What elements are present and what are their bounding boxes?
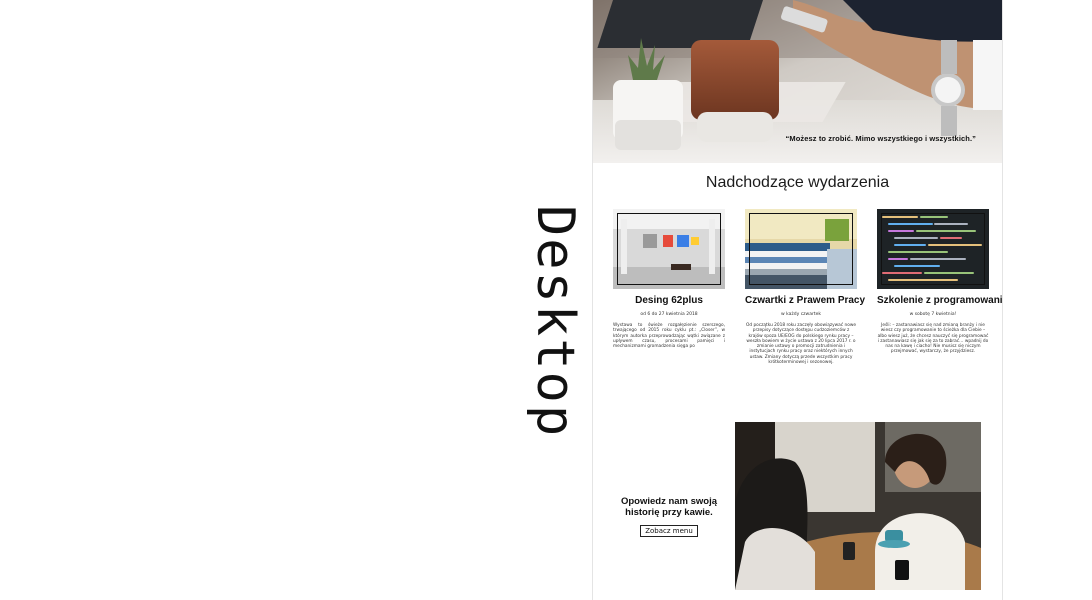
menu-button[interactable]: Zobacz menu xyxy=(640,525,698,537)
event-description: Jeśli: – zastanawiasz się nad zmianą bra… xyxy=(877,323,989,355)
event-thumbnail-gallery xyxy=(613,209,725,289)
events-section-title: Nadchodzące wydarzenia xyxy=(705,174,890,191)
event-thumbnail-code xyxy=(877,209,989,289)
desktop-label-text: Desktop xyxy=(525,205,578,438)
promo-heading: Opowiedz nam swoją historię przy kawie. xyxy=(620,496,718,518)
event-card-design[interactable]: Desing 62plus od 6 do 27 kwietnia 2018 W… xyxy=(613,209,725,349)
hero-banner: “Możesz to zrobić. Mimo wszystkiego i ws… xyxy=(593,0,1002,163)
event-card-labour-law[interactable]: Czwartki z Prawem Pracy w każdy czwartek… xyxy=(745,209,865,366)
event-title[interactable]: Szkolenie z programowania xyxy=(877,295,1002,306)
coffee-promo: Opowiedz nam swoją historię przy kawie. … xyxy=(617,496,721,537)
coffee-conversation-photo xyxy=(735,422,981,590)
event-title[interactable]: Desing 62plus xyxy=(613,295,725,306)
event-date: w sobotę 7 kwietnia! xyxy=(909,312,957,317)
event-date: od 6 do 27 kwietnia 2018 xyxy=(640,312,698,317)
event-frequency: w każdy czwartek xyxy=(781,312,821,317)
desktop-vertical-label: Desktop xyxy=(498,175,585,475)
event-thumbnail-documents xyxy=(745,209,857,289)
event-title[interactable]: Czwartki z Prawem Pracy xyxy=(745,295,865,306)
event-description: Wystawa to świeże rozgałęzienie szerszeg… xyxy=(613,323,725,350)
hero-quote: “Możesz to zrobić. Mimo wszystkiego i ws… xyxy=(785,134,976,143)
event-description: Od początku 2018 roku zaczęły obowiązywa… xyxy=(745,323,857,366)
website-mockup: “Możesz to zrobić. Mimo wszystkiego i ws… xyxy=(592,0,1003,600)
event-card-programming[interactable]: Szkolenie z programowania w sobotę 7 kwi… xyxy=(877,209,1002,355)
